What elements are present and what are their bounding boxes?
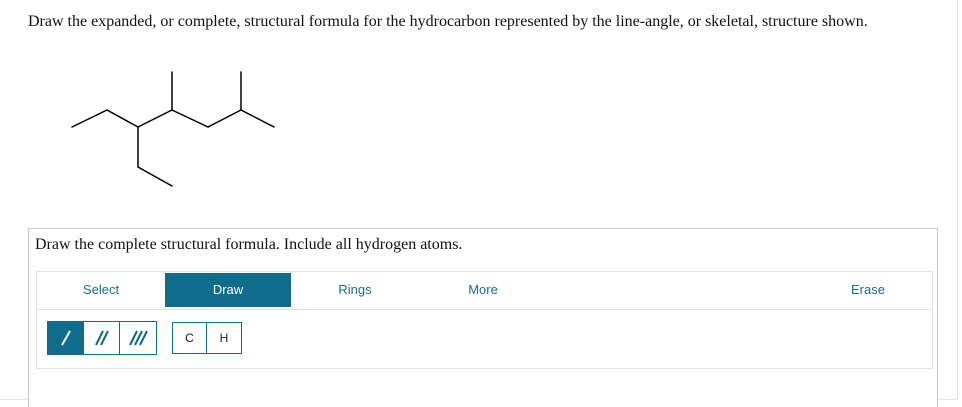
bond-line [207, 109, 242, 128]
molecule-editor: Select Draw Rings More Erase C H [36, 271, 933, 369]
tab-more[interactable]: More [419, 273, 547, 307]
answer-instructions: Draw the complete structural formula. In… [35, 236, 463, 253]
bond-tool-group [47, 321, 157, 355]
single-bond-icon [60, 330, 71, 346]
skeletal-structure [71, 71, 275, 187]
double-bond-icon [94, 330, 109, 346]
bond-line [137, 109, 173, 128]
double-bond-button[interactable] [84, 322, 120, 354]
bond-line [71, 109, 108, 128]
hydrogen-atom-button[interactable]: H [207, 323, 241, 353]
bond-line [171, 109, 209, 128]
single-bond-button[interactable] [48, 322, 84, 354]
bond-line [106, 109, 139, 128]
answer-box: Draw the complete structural formula. In… [28, 228, 938, 407]
tab-rings[interactable]: Rings [291, 273, 419, 307]
bond-line [240, 109, 275, 128]
triple-bond-button[interactable] [120, 322, 156, 354]
atom-tool-group: C H [172, 322, 242, 354]
tab-erase[interactable]: Erase [807, 273, 929, 307]
carbon-atom-button[interactable]: C [173, 323, 207, 353]
draw-subtools: C H [37, 310, 932, 368]
editor-toolbar: Select Draw Rings More Erase [37, 272, 932, 310]
page: Draw the expanded, or complete, structur… [0, 0, 962, 407]
triple-bond-icon [129, 330, 148, 346]
bond-line [137, 166, 173, 187]
tab-draw[interactable]: Draw [165, 273, 291, 307]
question-prompt: Draw the expanded, or complete, structur… [28, 13, 868, 30]
tab-select[interactable]: Select [37, 273, 165, 307]
question-card: Draw the expanded, or complete, structur… [0, 0, 958, 407]
